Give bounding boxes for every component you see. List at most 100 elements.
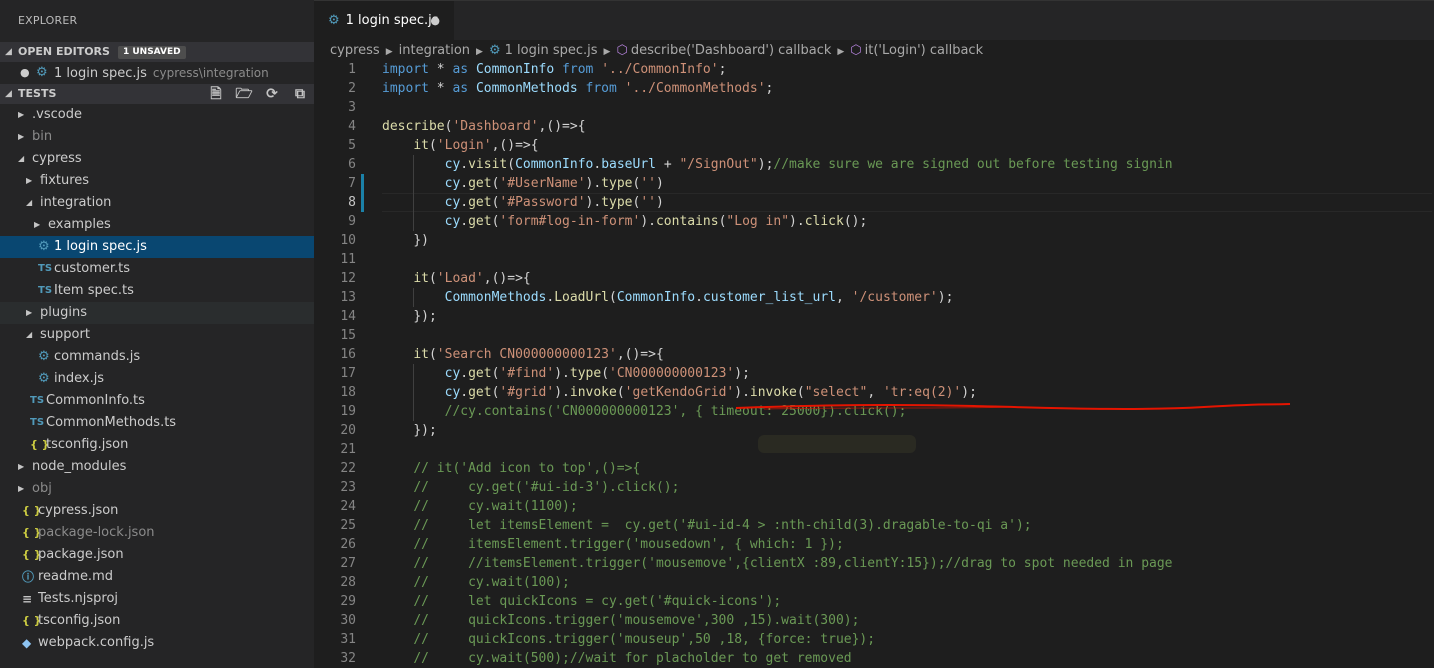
code-line[interactable]: 15: [314, 326, 1434, 345]
code-line[interactable]: 12 it('Load',()=>{: [314, 269, 1434, 288]
tree-item[interactable]: ▶ node_modules: [0, 456, 314, 478]
new-file-icon[interactable]: 🗎: [202, 84, 230, 104]
code-line[interactable]: 8 cy.get('#Password').type(''): [314, 193, 1434, 212]
code-text: it('Search CN000000000123',()=>{: [413, 347, 664, 362]
tree-item[interactable]: ▶ bin: [0, 126, 314, 148]
collapse-all-icon[interactable]: ⧉: [286, 84, 314, 104]
line-number: 5: [348, 138, 356, 153]
code-line[interactable]: 2 import * as CommonMethods from '../Comm…: [314, 79, 1434, 98]
ts-file-icon: TS: [30, 395, 45, 406]
code-line[interactable]: 18 cy.get('#grid').invoke('getKendoGrid'…: [314, 383, 1434, 402]
breadcrumb-item[interactable]: integration: [399, 43, 470, 58]
code-text: // quickIcons.trigger('mouseup',50 ,18, …: [413, 632, 876, 647]
breadcrumb-item[interactable]: describe('Dashboard') callback: [631, 43, 832, 58]
breadcrumb-item[interactable]: it('Login') callback: [865, 43, 983, 58]
code-line[interactable]: 28 // cy.wait(100);: [314, 573, 1434, 592]
tree-item[interactable]: ▶ examples: [0, 214, 314, 236]
chevron-down-icon: ◢: [5, 47, 12, 57]
gear-icon: ⚙: [38, 239, 50, 254]
tree-item[interactable]: ◢ integration: [0, 192, 314, 214]
tree-item[interactable]: ▶ .vscode: [0, 104, 314, 126]
tree-item[interactable]: ◢ support: [0, 324, 314, 346]
line-number: 19: [340, 404, 356, 419]
tree-item[interactable]: { } package-lock.json: [0, 522, 314, 544]
tree-item[interactable]: TS CommonInfo.ts: [0, 390, 314, 412]
code-text: // cy.wait(500);//wait for placholder to…: [413, 651, 852, 666]
line-number: 18: [340, 385, 356, 400]
code-line[interactable]: 14 });: [314, 307, 1434, 326]
tree-item[interactable]: ▶ obj: [0, 478, 314, 500]
code-line[interactable]: 17 cy.get('#find').type('CN000000000123'…: [314, 364, 1434, 383]
line-number: 20: [340, 423, 356, 438]
code-line[interactable]: 9 cy.get('form#log-in-form').contains("L…: [314, 212, 1434, 231]
project-file-icon: ≡: [22, 592, 33, 606]
tree-item-label: fixtures: [40, 173, 90, 188]
code-line[interactable]: 13 CommonMethods.LoadUrl(CommonInfo.cust…: [314, 288, 1434, 307]
tree-item[interactable]: ⚙ commands.js: [0, 346, 314, 368]
tree-item-label: examples: [48, 217, 111, 232]
tree-item-label: commands.js: [54, 349, 141, 364]
code-text: //cy.contains('CN000000000123', { timeou…: [444, 404, 907, 419]
code-line[interactable]: 32 // cy.wait(500);//wait for placholder…: [314, 649, 1434, 668]
code-line[interactable]: 6 cy.visit(CommonInfo.baseUrl + "/SignOu…: [314, 155, 1434, 174]
tree-item[interactable]: ⚙ 1 login spec.js: [0, 236, 314, 258]
open-editor-item[interactable]: ● ⚙ 1 login spec.js cypress\integration: [0, 62, 314, 84]
code-line[interactable]: 30 // quickIcons.trigger('mousemove',300…: [314, 611, 1434, 630]
tree-item[interactable]: { } tsconfig.json: [0, 434, 314, 456]
breadcrumb-item[interactable]: 1 login spec.js: [505, 43, 598, 58]
tree-item[interactable]: TS CommonMethods.ts: [0, 412, 314, 434]
tree-item[interactable]: { } package.json: [0, 544, 314, 566]
tests-label: TESTS: [18, 87, 57, 100]
code-line[interactable]: 16 it('Search CN000000000123',()=>{: [314, 345, 1434, 364]
tree-item[interactable]: TS Item spec.ts: [0, 280, 314, 302]
code-line[interactable]: 29 // let quickIcons = cy.get('#quick-ic…: [314, 592, 1434, 611]
tab-bar: ⚙ 1 login spec.js ●: [314, 0, 1434, 41]
tree-item-label: tsconfig.json: [46, 437, 129, 452]
tests-folder-header[interactable]: ◢ TESTS 🗎 🗁 ⟳ ⧉: [0, 84, 314, 104]
tree-item[interactable]: ⚙ index.js: [0, 368, 314, 390]
code-text: it('Login',()=>{: [413, 138, 539, 153]
code-line[interactable]: 5 it('Login',()=>{: [314, 136, 1434, 155]
code-line[interactable]: 27 // //itemsElement.trigger('mousemove'…: [314, 554, 1434, 573]
code-line[interactable]: 4 describe('Dashboard',()=>{: [314, 117, 1434, 136]
code-line[interactable]: 3: [314, 98, 1434, 117]
tree-item-label: Item spec.ts: [54, 283, 134, 298]
line-number: 23: [340, 480, 356, 495]
code-line[interactable]: 24 // cy.wait(1100);: [314, 497, 1434, 516]
tree-item[interactable]: ▶ plugins: [0, 302, 314, 324]
tree-item[interactable]: ▶ fixtures: [0, 170, 314, 192]
code-text: // it('Add icon to top',()=>{: [413, 461, 641, 476]
open-editor-path: cypress\integration: [152, 66, 269, 80]
code-line[interactable]: 25 // let itemsElement = cy.get('#ui-id-…: [314, 516, 1434, 535]
unsaved-badge: 1 UNSAVED: [117, 46, 186, 59]
code-line[interactable]: 1 import * as CommonInfo from '../CommonI…: [314, 60, 1434, 79]
refresh-icon[interactable]: ⟳: [258, 84, 286, 104]
code-line[interactable]: 11: [314, 250, 1434, 269]
code-editor[interactable]: 1 import * as CommonInfo from '../CommonI…: [314, 60, 1434, 668]
tree-item[interactable]: ≡ Tests.njsproj: [0, 588, 314, 610]
new-folder-icon[interactable]: 🗁: [230, 84, 258, 104]
open-editors-header[interactable]: ◢ OPEN EDITORS 1 UNSAVED: [0, 42, 314, 62]
code-line[interactable]: 26 // itemsElement.trigger('mousedown', …: [314, 535, 1434, 554]
code-line[interactable]: 7 cy.get('#UserName').type(''): [314, 174, 1434, 193]
tree-item-label: support: [40, 327, 90, 342]
tree-item[interactable]: TS customer.ts: [0, 258, 314, 280]
chevron-right-icon: ▶: [26, 176, 33, 185]
tree-item[interactable]: ◢ cypress: [0, 148, 314, 170]
tree-item[interactable]: ◆ webpack.config.js: [0, 632, 314, 654]
tree-item[interactable]: { } cypress.json: [0, 500, 314, 522]
code-line[interactable]: 22 // it('Add icon to top',()=>{: [314, 459, 1434, 478]
code-line[interactable]: 10 }): [314, 231, 1434, 250]
chevron-right-icon: ▶: [476, 47, 483, 57]
line-number: 17: [340, 366, 356, 381]
line-number: 11: [340, 252, 356, 267]
tree-item[interactable]: ⓘ readme.md: [0, 566, 314, 588]
code-line[interactable]: 31 // quickIcons.trigger('mouseup',50 ,1…: [314, 630, 1434, 649]
breadcrumb-item[interactable]: cypress: [330, 43, 380, 58]
code-line[interactable]: 19 //cy.contains('CN000000000123', { tim…: [314, 402, 1434, 421]
code-text: // quickIcons.trigger('mousemove',300 ,1…: [413, 613, 860, 628]
unsaved-dot-icon[interactable]: ●: [430, 1, 440, 41]
tab-1-login-spec[interactable]: ⚙ 1 login spec.js ●: [314, 1, 454, 41]
code-line[interactable]: 23 // cy.get('#ui-id-3').click();: [314, 478, 1434, 497]
tree-item[interactable]: { } tsconfig.json: [0, 610, 314, 632]
